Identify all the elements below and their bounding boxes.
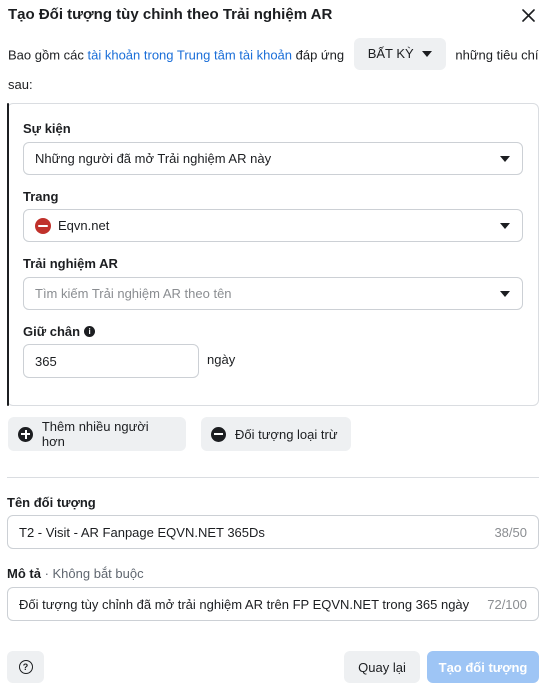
- description-label-text: Mô tả: [7, 566, 41, 581]
- caret-down-icon: [500, 155, 510, 162]
- description-label: Mô tả · Không bắt buộc: [7, 566, 144, 581]
- intro-middle: đáp ứng: [292, 47, 345, 63]
- event-label: Sự kiện: [23, 121, 71, 136]
- caret-down-icon: [500, 222, 510, 229]
- ar-experience-label: Trải nghiệm AR: [23, 256, 118, 271]
- retention-label-text: Giữ chân: [23, 324, 81, 339]
- ar-experience-placeholder: Tìm kiếm Trải nghiệm AR theo tên: [35, 286, 232, 301]
- caret-down-icon: [500, 290, 510, 297]
- page-logo-icon: [35, 217, 51, 234]
- exclude-audience-button[interactable]: Đối tượng loại trừ: [201, 417, 351, 451]
- description-value: Đối tượng tùy chỉnh đã mở trải nghiệm AR…: [19, 596, 470, 612]
- retention-input[interactable]: 365: [23, 344, 199, 378]
- minus-circle-icon: [211, 426, 226, 442]
- close-icon: [521, 8, 535, 22]
- include-more-button[interactable]: Thêm nhiều người hơn: [8, 417, 186, 451]
- criteria-intro: Bao gồm các tài khoản trong Trung tâm tà…: [8, 38, 540, 98]
- dialog-title: Tạo Đối tượng tùy chỉnh theo Trải nghiệm…: [8, 6, 333, 23]
- include-more-label: Thêm nhiều người hơn: [41, 419, 149, 449]
- page-select[interactable]: Eqvn.net: [23, 209, 523, 242]
- audience-name-counter: 38/50: [494, 524, 527, 540]
- help-button[interactable]: ?: [7, 651, 44, 683]
- event-select[interactable]: Những người đã mở Trải nghiệm AR này: [23, 142, 523, 175]
- plus-circle-icon: [18, 426, 33, 442]
- description-counter: 72/100: [487, 596, 527, 612]
- retention-unit: ngày: [207, 352, 236, 367]
- exclude-label: Đối tượng loại trừ: [235, 426, 338, 442]
- audience-name-label: Tên đối tượng: [7, 495, 96, 510]
- criteria-panel-accent: [7, 103, 9, 406]
- close-button[interactable]: [518, 5, 538, 25]
- intro-prefix: Bao gồm các: [8, 47, 88, 63]
- accounts-center-link[interactable]: tài khoản trong Trung tâm tài khoản: [88, 47, 293, 62]
- section-divider: [7, 477, 539, 478]
- ar-experience-search[interactable]: Tìm kiếm Trải nghiệm AR theo tên: [23, 277, 523, 310]
- retention-label: Giữ chân i: [23, 324, 96, 339]
- match-any-value: BẤT KỲ: [367, 46, 414, 61]
- create-audience-button[interactable]: Tạo đối tượng: [427, 651, 539, 683]
- caret-down-icon: [421, 51, 432, 57]
- event-value: Những người đã mở Trải nghiệm AR này: [35, 151, 272, 166]
- description-input[interactable]: Đối tượng tùy chỉnh đã mở trải nghiệm AR…: [7, 587, 539, 621]
- match-any-dropdown[interactable]: BẤT KỲ: [353, 38, 446, 70]
- audience-name-input[interactable]: T2 - Visit - AR Fanpage EQVN.NET 365Ds 3…: [7, 515, 539, 549]
- info-icon[interactable]: i: [84, 326, 96, 338]
- page-value: Eqvn.net: [58, 218, 110, 233]
- help-icon: ?: [18, 660, 33, 674]
- page-label: Trang: [23, 189, 59, 204]
- audience-name-value: T2 - Visit - AR Fanpage EQVN.NET 365Ds: [19, 524, 265, 540]
- optional-hint: · Không bắt buộc: [40, 566, 144, 581]
- back-button[interactable]: Quay lại: [344, 651, 420, 683]
